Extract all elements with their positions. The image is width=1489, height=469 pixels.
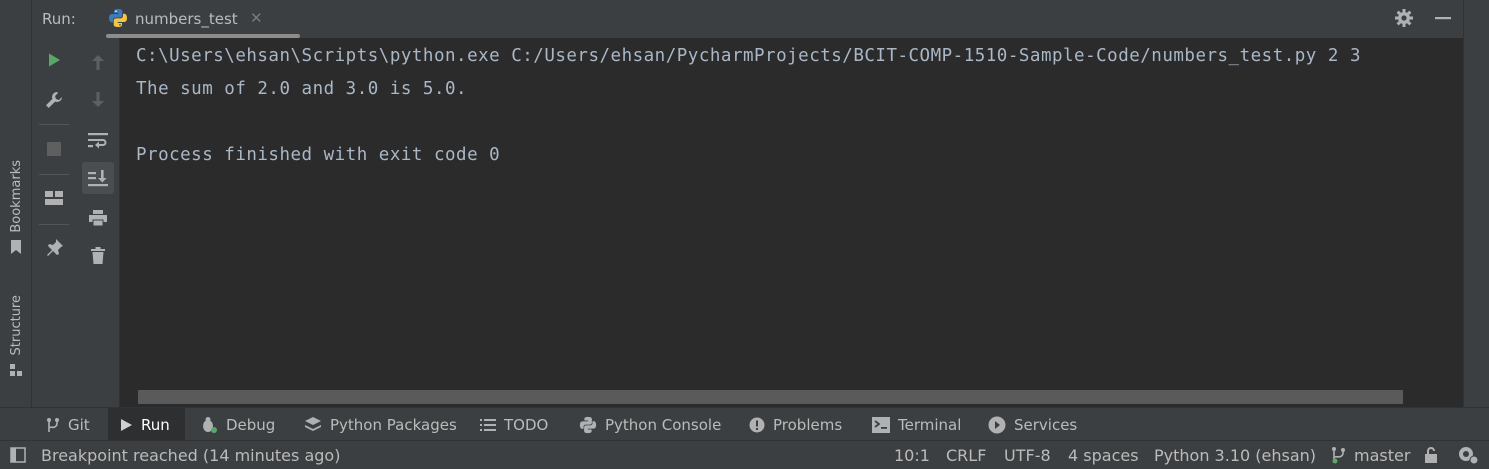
git-branch-status-icon [1332, 447, 1345, 464]
tool-window-terminal[interactable]: Terminal [864, 408, 970, 441]
run-toolbar-primary [32, 38, 77, 407]
scroll-to-end-icon [88, 170, 108, 187]
tool-window-python-console[interactable]: Python Console [571, 408, 731, 441]
status-bar: Breakpoint reached (14 minutes ago) 10:1… [0, 440, 1489, 469]
stop-button[interactable] [38, 133, 70, 165]
edit-configuration-button[interactable] [38, 84, 70, 116]
scroll-to-end-toggle[interactable] [82, 162, 114, 194]
git-branch[interactable]: master [1354, 446, 1410, 465]
toolbar-separator [39, 124, 69, 125]
tool-window-terminal-label: Terminal [898, 415, 962, 434]
unlock-icon[interactable] [1423, 446, 1439, 464]
caret-position[interactable]: 10:1 [894, 446, 930, 465]
problems-icon [749, 417, 765, 432]
hide-minimize-icon[interactable] [1434, 9, 1452, 27]
toolbar-separator [39, 174, 69, 175]
console-line-exit: Process finished with exit code 0 [136, 145, 501, 165]
tab-numbers-test[interactable]: numbers_test ✕ [104, 0, 300, 38]
status-message[interactable]: Breakpoint reached (14 minutes ago) [41, 446, 340, 465]
tool-window-git[interactable]: Git [38, 408, 100, 441]
pin-tab-button[interactable] [38, 232, 70, 264]
services-icon [988, 416, 1006, 433]
clear-all-button[interactable] [82, 240, 114, 272]
tool-window-git-label: Git [68, 415, 90, 434]
print-icon [89, 210, 107, 227]
file-encoding[interactable]: UTF-8 [1004, 446, 1051, 465]
left-tool-strip: Bookmarks Structure [0, 0, 32, 407]
bookmark-icon [11, 239, 21, 254]
toolbar-separator [39, 224, 69, 225]
toggle-tool-windows-icon[interactable] [10, 447, 26, 463]
python-file-icon [109, 9, 127, 27]
tool-window-problems[interactable]: Problems [741, 408, 853, 441]
tool-window-run[interactable]: Run [108, 408, 185, 441]
soft-wrap-icon [88, 133, 108, 149]
tool-window-todo[interactable]: TODO [472, 408, 558, 441]
print-button[interactable] [82, 202, 114, 234]
up-stack-trace-button[interactable] [82, 46, 114, 78]
gear-icon[interactable] [1394, 8, 1414, 28]
structure-label: Structure [8, 295, 24, 356]
tool-window-run-label: Run [141, 415, 170, 434]
layers-icon [305, 416, 321, 431]
layout-icon [45, 191, 63, 205]
tool-window-python-console-label: Python Console [605, 415, 722, 434]
wrench-icon [46, 92, 62, 108]
structure-icon [10, 364, 22, 377]
indent-setting[interactable]: 4 spaces [1068, 446, 1139, 465]
pin-icon [47, 239, 63, 256]
tool-window-services[interactable]: Services [980, 408, 1086, 441]
tool-window-bar: Git Run Debug Python Packages TODO Pytho… [0, 407, 1489, 441]
bookmarks-label: Bookmarks [8, 160, 24, 233]
right-tool-strip [1463, 0, 1489, 407]
tool-window-debug[interactable]: Debug [192, 408, 284, 441]
terminal-icon [872, 416, 890, 433]
tool-window-todo-label: TODO [504, 415, 549, 434]
tool-window-python-packages-label: Python Packages [330, 415, 457, 434]
list-icon [480, 418, 496, 431]
bookmarks-tool-button[interactable]: Bookmarks [3, 160, 29, 255]
inspector-icon[interactable] [1458, 445, 1480, 465]
console-line-command: C:\Users\ehsan\Scripts\python.exe C:/Use… [136, 46, 1361, 66]
tool-window-services-label: Services [1014, 415, 1078, 434]
structure-tool-button[interactable]: Structure [3, 295, 29, 377]
down-stack-trace-button[interactable] [82, 84, 114, 116]
line-separator[interactable]: CRLF [946, 446, 986, 465]
tab-close-icon[interactable]: ✕ [250, 9, 263, 27]
horizontal-scrollbar[interactable] [138, 390, 1403, 404]
run-icon [121, 418, 132, 431]
play-icon [49, 53, 60, 67]
soft-wrap-button[interactable] [82, 124, 114, 156]
console-output[interactable]: C:\Users\ehsan\Scripts\python.exe C:/Use… [120, 38, 1463, 407]
stop-icon [47, 142, 61, 156]
arrow-up-icon [92, 55, 104, 70]
trash-icon [91, 247, 105, 264]
console-line-output: The sum of 2.0 and 3.0 is 5.0. [136, 79, 468, 99]
restore-layout-button[interactable] [38, 182, 70, 214]
run-toolbar-secondary [77, 38, 120, 407]
run-window-header: Run: numbers_test ✕ [32, 0, 1464, 38]
tab-title: numbers_test [135, 10, 238, 28]
python-console-icon [579, 416, 597, 433]
python-interpreter[interactable]: Python 3.10 (ehsan) [1154, 446, 1316, 465]
tool-window-python-packages[interactable]: Python Packages [296, 408, 462, 441]
git-branch-icon [47, 417, 59, 432]
bug-icon [203, 416, 217, 433]
rerun-button[interactable] [38, 44, 70, 76]
tool-window-debug-label: Debug [226, 415, 276, 434]
tool-window-problems-label: Problems [773, 415, 843, 434]
arrow-down-icon [92, 92, 104, 107]
run-window-label: Run: [42, 10, 76, 28]
